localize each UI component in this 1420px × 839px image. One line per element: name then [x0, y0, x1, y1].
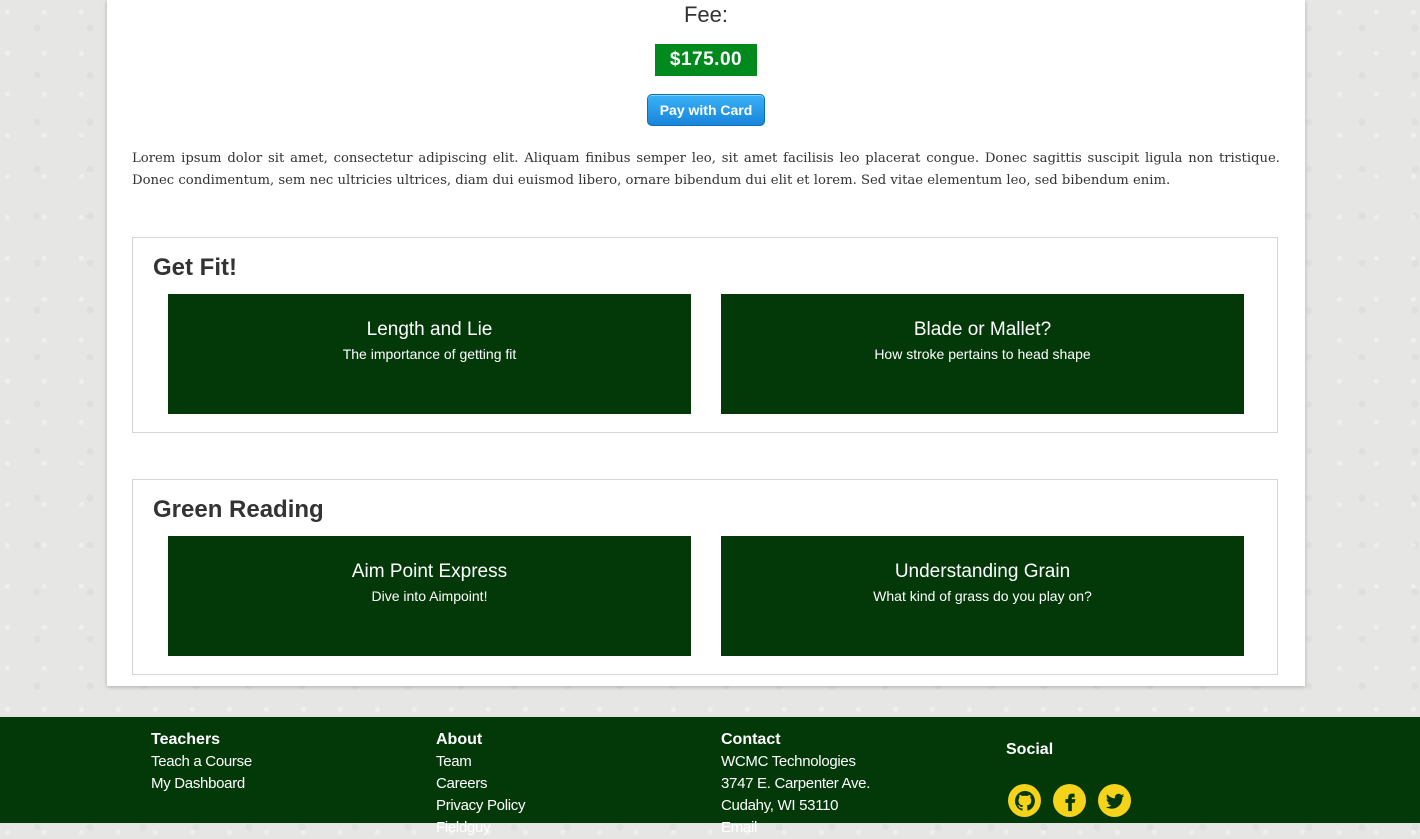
- card-subtitle: What kind of grass do you play on?: [873, 588, 1092, 604]
- section-get-fit: Get Fit! Length and Lie The importance o…: [132, 237, 1278, 433]
- footer-link-teach-a-course[interactable]: Teach a Course: [151, 751, 252, 773]
- contact-city: Cudahy, WI 53110: [721, 797, 839, 814]
- card-subtitle: The importance of getting fit: [342, 346, 517, 362]
- footer-link-fieldguy[interactable]: Fieldguy: [436, 817, 525, 839]
- card-aim-point-express[interactable]: Aim Point Express Dive into Aimpoint!: [168, 536, 691, 656]
- contact-email-link[interactable]: Email: [721, 817, 870, 839]
- section-title: Green Reading: [153, 496, 324, 523]
- card-understanding-grain[interactable]: Understanding Grain What kind of grass d…: [721, 536, 1244, 656]
- footer-heading: Teachers: [151, 731, 221, 748]
- card-length-and-lie[interactable]: Length and Lie The importance of getting…: [168, 294, 691, 414]
- section-green-reading: Green Reading Aim Point Express Dive int…: [132, 479, 1278, 675]
- social-icons: [1008, 784, 1131, 817]
- github-icon[interactable]: [1008, 784, 1041, 817]
- contact-street: 3747 E. Carpenter Ave.: [721, 775, 871, 792]
- facebook-icon[interactable]: [1053, 784, 1086, 817]
- card-title: Understanding Grain: [894, 561, 1071, 582]
- course-description: Lorem ipsum dolor sit amet, consectetur …: [132, 151, 1280, 188]
- fee-label: Fee:: [683, 2, 729, 27]
- footer-heading: About: [436, 731, 483, 748]
- card-blade-or-mallet[interactable]: Blade or Mallet? How stroke pertains to …: [721, 294, 1244, 414]
- footer-link-team[interactable]: Team: [436, 751, 525, 773]
- card-subtitle: Dive into Aimpoint!: [371, 588, 488, 604]
- footer-link-privacy-policy[interactable]: Privacy Policy: [436, 795, 525, 817]
- section-title: Get Fit!: [153, 254, 237, 281]
- course-panel: Fee: $175.00 Pay with Card Lorem ipsum d…: [107, 0, 1305, 686]
- card-subtitle: How stroke pertains to head shape: [874, 346, 1091, 362]
- card-title: Aim Point Express: [351, 561, 508, 582]
- contact-company: WCMC Technologies: [721, 753, 856, 770]
- footer-link-my-dashboard[interactable]: My Dashboard: [151, 773, 252, 795]
- footer-heading: Contact: [721, 731, 781, 748]
- twitter-icon[interactable]: [1098, 784, 1131, 817]
- card-title: Length and Lie: [366, 319, 493, 340]
- site-footer: Teachers Teach a Course My Dashboard Abo…: [0, 717, 1420, 836]
- card-title: Blade or Mallet?: [913, 319, 1052, 340]
- pay-with-card-button[interactable]: Pay with Card: [647, 94, 765, 126]
- footer-social-column: Social: [1006, 739, 1053, 761]
- footer-link-careers[interactable]: Careers: [436, 773, 525, 795]
- footer-heading: Social: [1006, 741, 1054, 758]
- footer-teachers-column: Teachers Teach a Course My Dashboard: [151, 729, 252, 795]
- fee-amount-badge: $175.00: [655, 44, 757, 76]
